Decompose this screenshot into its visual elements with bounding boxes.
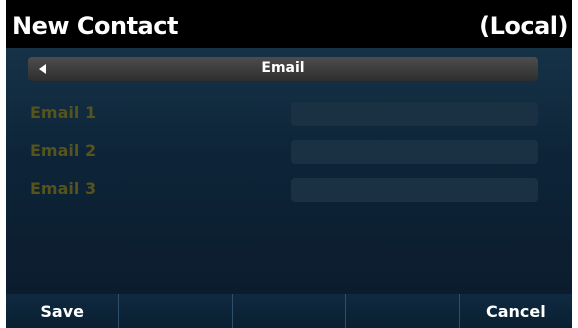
save-softkey[interactable]: Save — [6, 294, 118, 328]
email-1-label: Email 1 — [30, 103, 97, 122]
contact-form: Email Email 1 Email 2 Email 3 — [6, 48, 572, 294]
softkey-bar: Save Cancel — [6, 294, 572, 328]
email-2-field[interactable] — [291, 140, 538, 164]
email-3-row: Email 3 — [6, 178, 572, 204]
email-3-label: Email 3 — [30, 179, 97, 198]
page-title: New Contact — [12, 12, 178, 40]
email-1-row: Email 1 — [6, 102, 572, 128]
email-1-field[interactable] — [291, 102, 538, 126]
section-label: Email — [261, 60, 305, 76]
title-bar: New Contact (Local) — [6, 8, 572, 50]
email-2-row: Email 2 — [6, 140, 572, 166]
phone-screen: New Contact (Local) Email Email 1 Email … — [6, 0, 572, 328]
softkey-4[interactable] — [345, 294, 458, 328]
softkey-2[interactable] — [118, 294, 231, 328]
email-3-field[interactable] — [291, 178, 538, 202]
cancel-softkey[interactable]: Cancel — [458, 294, 572, 328]
softkey-3[interactable] — [231, 294, 345, 328]
section-selector[interactable]: Email — [28, 57, 538, 81]
directory-location: (Local) — [479, 12, 568, 40]
email-2-label: Email 2 — [30, 141, 97, 160]
